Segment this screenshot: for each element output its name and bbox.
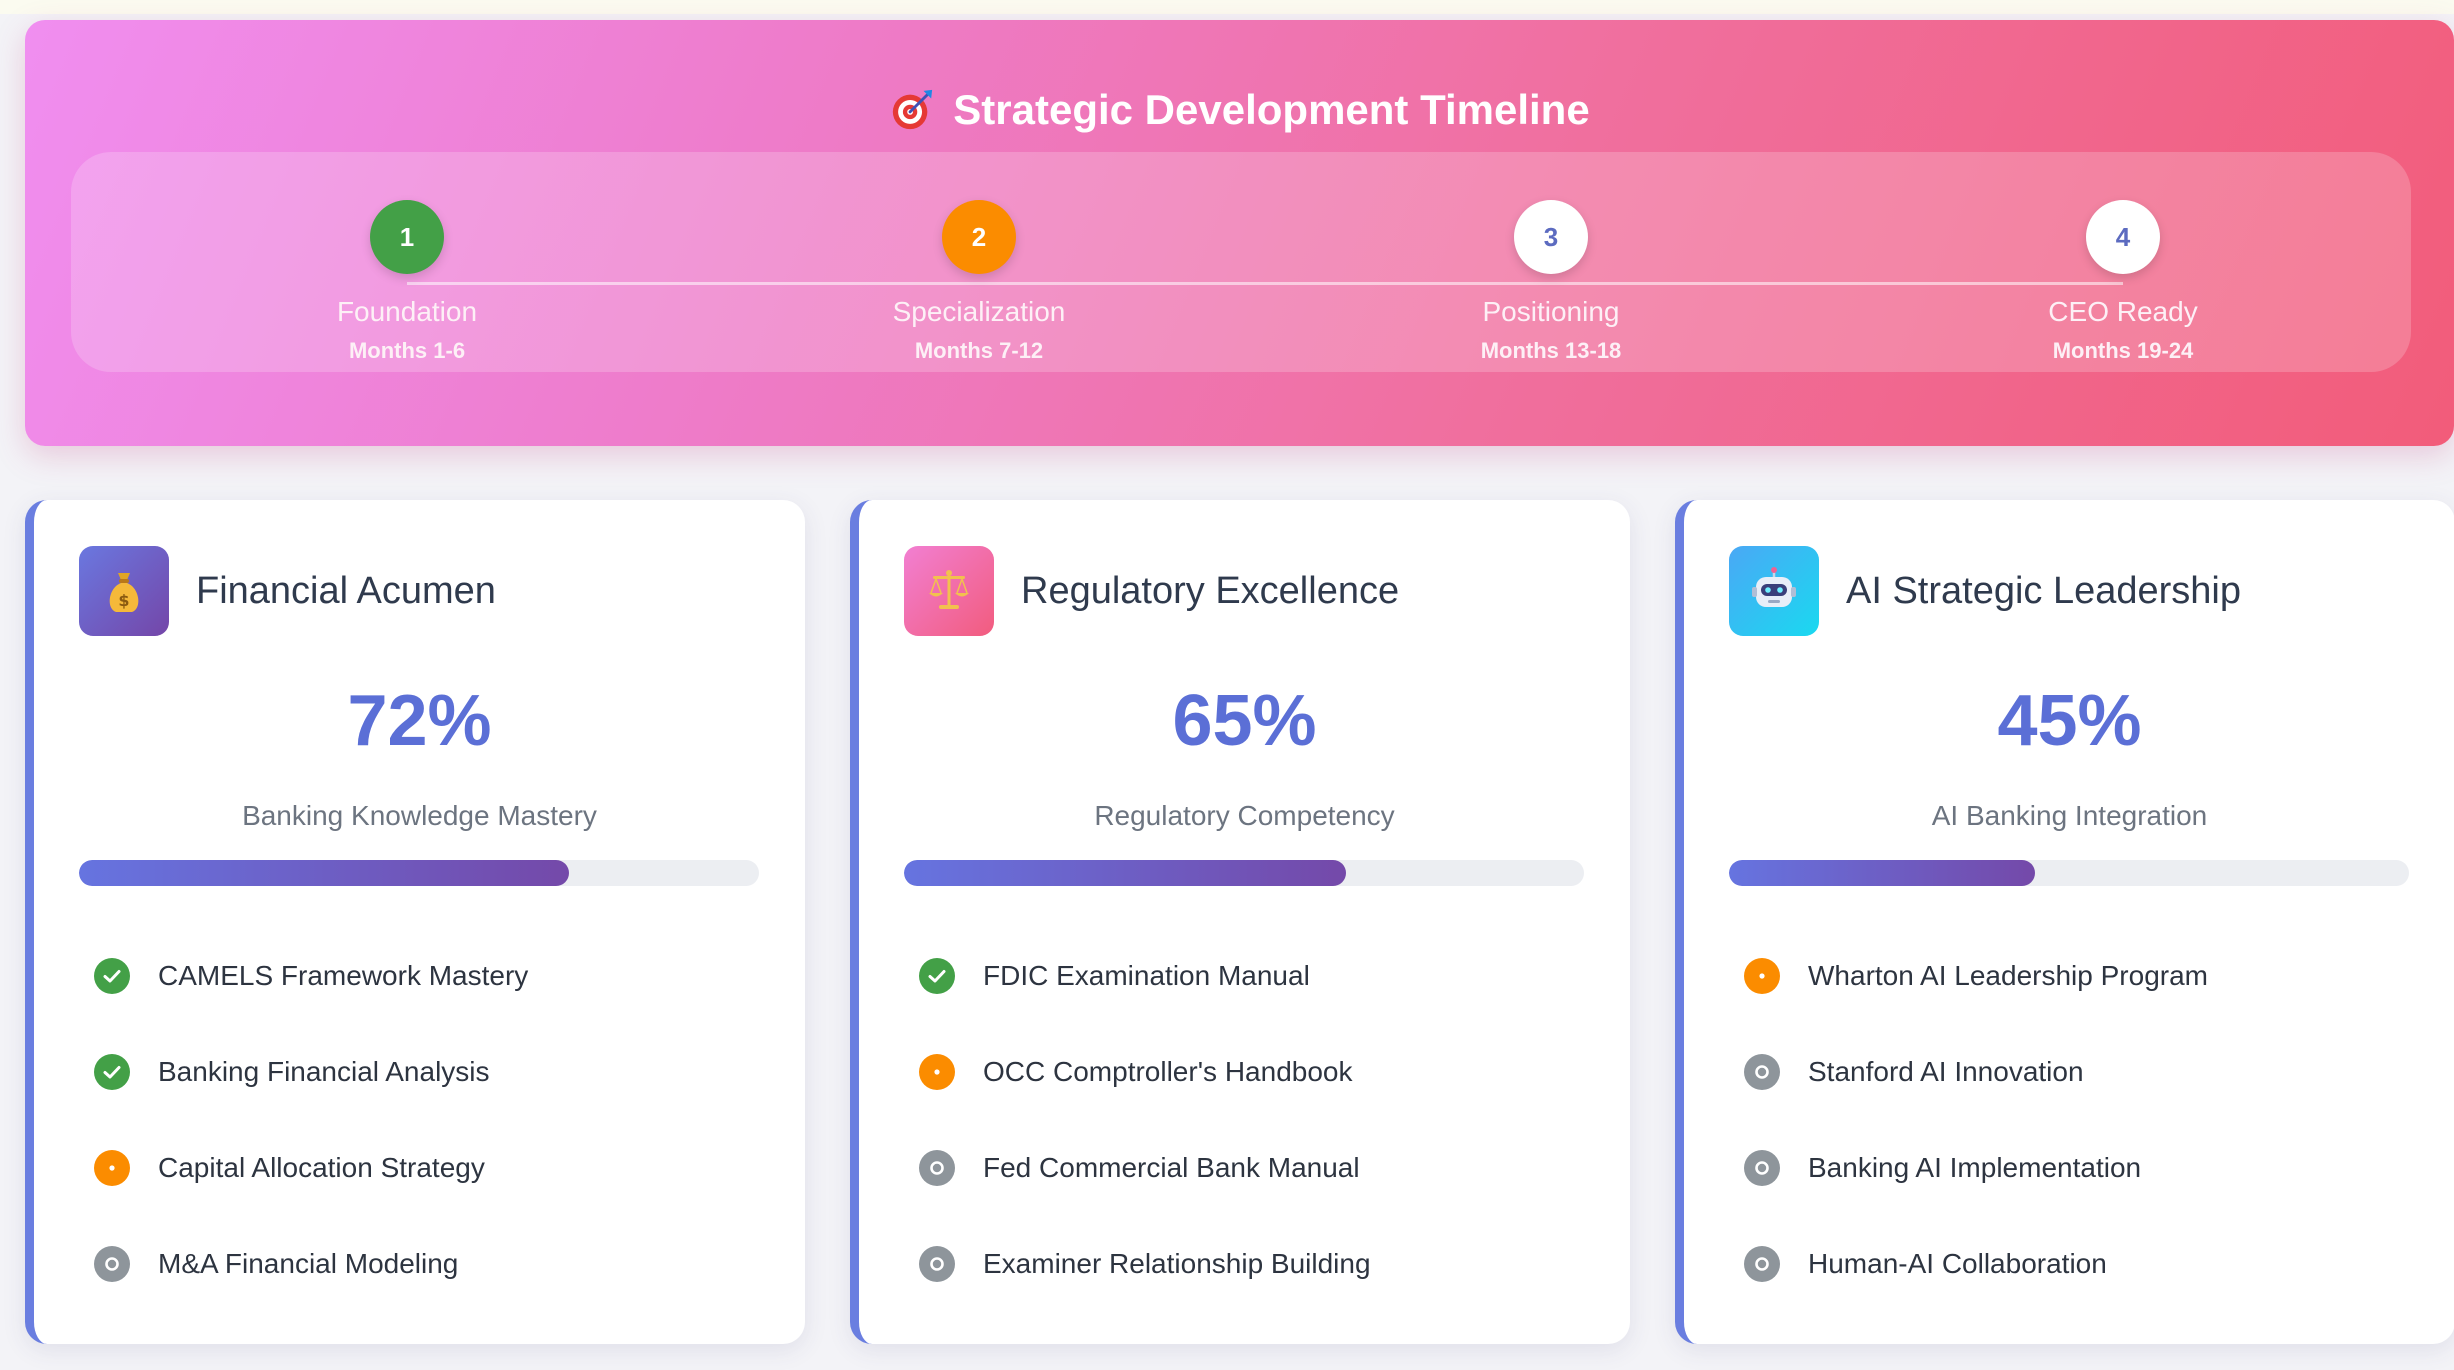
step-months: Months 19-24 bbox=[2052, 338, 2194, 363]
card-header: Regulatory Excellence bbox=[904, 546, 1399, 636]
card-title: AI Strategic Leadership bbox=[1846, 569, 2242, 612]
timeline-connector-line bbox=[407, 282, 2123, 285]
progress-bar bbox=[1729, 860, 2409, 886]
timeline-step-specialization[interactable]: 2 Specialization Months 7-12 bbox=[799, 200, 1159, 364]
milestone-text: Examiner Relationship Building bbox=[983, 1248, 1371, 1279]
card-title: Regulatory Excellence bbox=[1021, 569, 1400, 612]
timeline-header: Strategic Development Timeline bbox=[25, 86, 2454, 134]
milestone-text: Wharton AI Leadership Program bbox=[1808, 960, 2208, 991]
card-header: AI Strategic Leadership bbox=[1729, 546, 2241, 636]
list-item: CAMELS Framework Mastery bbox=[94, 928, 528, 1024]
progress-bar-fill bbox=[904, 860, 1346, 886]
not-started-icon bbox=[1744, 1246, 1780, 1282]
milestone-text: CAMELS Framework Mastery bbox=[158, 960, 529, 991]
card-ai-strategic-leadership: AI Strategic Leadership 45% AI Banking I… bbox=[1675, 500, 2454, 1344]
not-started-icon bbox=[1744, 1150, 1780, 1186]
not-started-icon bbox=[1744, 1054, 1780, 1090]
check-icon bbox=[919, 958, 955, 994]
step-number-badge: 3 bbox=[1514, 200, 1588, 274]
list-item: M&A Financial Modeling bbox=[94, 1216, 528, 1312]
check-icon bbox=[94, 958, 130, 994]
progress-bar-fill bbox=[79, 860, 569, 886]
step-name: CEO Ready bbox=[2048, 296, 2198, 327]
progress-label: AI Banking Integration bbox=[1931, 800, 2208, 831]
milestone-text: Stanford AI Innovation bbox=[1808, 1056, 2084, 1087]
step-name: Foundation bbox=[336, 296, 478, 327]
step-name: Positioning bbox=[1482, 296, 1620, 327]
list-item: Human-AI Collaboration bbox=[1744, 1216, 2208, 1312]
milestone-text: Banking Financial Analysis bbox=[158, 1056, 490, 1087]
top-edge bbox=[0, 0, 2454, 14]
progress-percentage: 45% bbox=[1997, 681, 2142, 761]
progress-bar bbox=[904, 860, 1584, 886]
step-months: Months 7-12 bbox=[914, 338, 1044, 363]
timeline-title: Strategic Development Timeline bbox=[953, 86, 1590, 133]
milestone-list: CAMELS Framework Mastery Banking Financi… bbox=[94, 928, 528, 1312]
milestone-text: OCC Comptroller's Handbook bbox=[983, 1056, 1353, 1087]
progress-bar-fill bbox=[1729, 860, 2035, 886]
timeline-panel: Strategic Development Timeline 1 Foundat… bbox=[25, 20, 2454, 446]
milestone-text: Fed Commercial Bank Manual bbox=[983, 1152, 1360, 1183]
card-financial-acumen: $ Financial Acumen 72% Banking Knowledge… bbox=[25, 500, 805, 1344]
svg-text:$: $ bbox=[118, 591, 129, 610]
list-item: Capital Allocation Strategy bbox=[94, 1120, 528, 1216]
milestone-list: Wharton AI Leadership Program Stanford A… bbox=[1744, 928, 2208, 1312]
list-item: Banking Financial Analysis bbox=[94, 1024, 528, 1120]
money-bag-icon: $ bbox=[79, 546, 169, 636]
milestone-text: Capital Allocation Strategy bbox=[158, 1152, 485, 1183]
timeline-step-ceo-ready[interactable]: 4 CEO Ready Months 19-24 bbox=[1943, 200, 2303, 364]
target-icon bbox=[893, 89, 933, 130]
milestone-text: Human-AI Collaboration bbox=[1808, 1248, 2107, 1279]
check-icon bbox=[94, 1054, 130, 1090]
list-item: Examiner Relationship Building bbox=[919, 1216, 1371, 1312]
milestone-text: Banking AI Implementation bbox=[1808, 1152, 2142, 1183]
progress-bar bbox=[79, 860, 759, 886]
list-item: FDIC Examination Manual bbox=[919, 928, 1371, 1024]
step-number-badge: 2 bbox=[942, 200, 1016, 274]
timeline-step-foundation[interactable]: 1 Foundation Months 1-6 bbox=[227, 200, 587, 364]
card-header: $ Financial Acumen bbox=[79, 546, 496, 636]
progress-label: Banking Knowledge Mastery bbox=[242, 800, 597, 831]
not-started-icon bbox=[919, 1246, 955, 1282]
not-started-icon bbox=[919, 1150, 955, 1186]
list-item: Banking AI Implementation bbox=[1744, 1120, 2208, 1216]
step-months: Months 13-18 bbox=[1480, 338, 1622, 363]
in-progress-icon bbox=[1744, 958, 1780, 994]
milestone-list: FDIC Examination Manual OCC Comptroller'… bbox=[919, 928, 1371, 1312]
robot-icon bbox=[1729, 546, 1819, 636]
list-item: Fed Commercial Bank Manual bbox=[919, 1120, 1371, 1216]
in-progress-icon bbox=[919, 1054, 955, 1090]
timeline-track: 1 Foundation Months 1-6 2 Specialization… bbox=[71, 152, 2411, 372]
list-item: OCC Comptroller's Handbook bbox=[919, 1024, 1371, 1120]
step-name: Specialization bbox=[892, 296, 1066, 327]
list-item: Stanford AI Innovation bbox=[1744, 1024, 2208, 1120]
timeline-step-positioning[interactable]: 3 Positioning Months 13-18 bbox=[1371, 200, 1731, 364]
progress-percentage: 72% bbox=[347, 681, 492, 761]
list-item: Wharton AI Leadership Program bbox=[1744, 928, 2208, 1024]
progress-percentage: 65% bbox=[1172, 681, 1317, 761]
step-number-badge: 4 bbox=[2086, 200, 2160, 274]
in-progress-icon bbox=[94, 1150, 130, 1186]
step-number-badge: 1 bbox=[370, 200, 444, 274]
step-months: Months 1-6 bbox=[348, 338, 466, 363]
page: Strategic Development Timeline 1 Foundat… bbox=[0, 0, 2454, 1370]
milestone-text: FDIC Examination Manual bbox=[983, 960, 1310, 991]
balance-scale-icon bbox=[904, 546, 994, 636]
progress-label: Regulatory Competency bbox=[1094, 800, 1395, 831]
card-title: Financial Acumen bbox=[196, 569, 496, 612]
milestone-text: M&A Financial Modeling bbox=[158, 1248, 459, 1279]
not-started-icon bbox=[94, 1246, 130, 1282]
card-regulatory-excellence: Regulatory Excellence 65% Regulatory Com… bbox=[850, 500, 1630, 1344]
